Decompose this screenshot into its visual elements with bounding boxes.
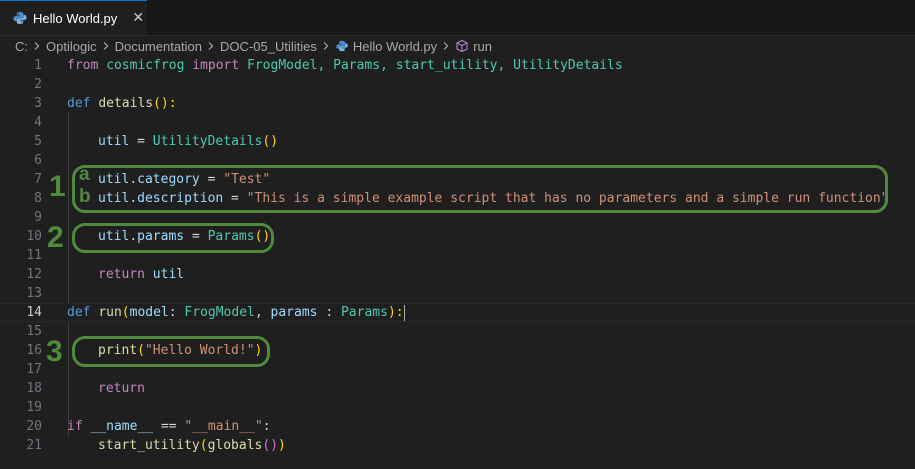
close-icon[interactable]: ✕ (130, 10, 146, 26)
annotation-letter-a: a (79, 164, 90, 185)
code-line-13: 13 (0, 284, 915, 303)
line-number: 7 (34, 172, 42, 187)
tab-bar: Hello World.py ✕ (0, 0, 915, 36)
chevron-right-icon (441, 41, 451, 51)
breadcrumb-item-documentation[interactable]: Documentation (115, 39, 202, 54)
code-line-2: 2 (0, 75, 915, 94)
python-file-icon (12, 10, 28, 26)
line-number: 20 (26, 419, 42, 434)
code-line-12: 12 return util (0, 265, 915, 284)
chevron-right-icon (321, 41, 331, 51)
breadcrumb-item-doc05-utilities[interactable]: DOC-05_Utilities (220, 39, 317, 54)
breadcrumb-item-run[interactable]: run (473, 39, 492, 54)
code-line-21: 21 start_utility(globals()) (0, 436, 915, 455)
code-line-20: 20 if __name__ == "__main__": (0, 417, 915, 436)
annotation-number-1: 1 (49, 170, 66, 203)
annotation-box-3 (72, 336, 270, 367)
line-number: 16 (26, 343, 42, 358)
line-number: 9 (34, 210, 42, 225)
line-number: 10 (26, 229, 42, 244)
breadcrumb-item-file[interactable]: Hello World.py (353, 39, 437, 54)
line-number: 5 (34, 134, 42, 149)
line-number: 1 (34, 58, 42, 73)
annotation-box-1 (72, 165, 888, 213)
line-number: 17 (26, 362, 42, 377)
line-number: 13 (26, 286, 42, 301)
code-line-18: 18 return (0, 379, 915, 398)
breadcrumb-item-drive[interactable]: C: (15, 39, 28, 54)
chevron-right-icon (101, 41, 111, 51)
annotation-number-2: 2 (47, 221, 64, 254)
python-file-icon (335, 39, 349, 53)
line-number: 2 (34, 77, 42, 92)
code-line-19: 19 (0, 398, 915, 417)
method-cube-icon (455, 39, 469, 53)
line-number: 4 (34, 115, 42, 130)
breadcrumb: C: Optilogic Documentation DOC-05_Utilit… (0, 35, 915, 57)
line-number: 11 (26, 248, 42, 263)
annotation-number-3: 3 (46, 335, 63, 368)
tab-label: Hello World.py (33, 10, 118, 26)
code-line-3: 3 def details(): (0, 94, 915, 113)
line-number: 18 (26, 381, 42, 396)
line-number: 15 (26, 324, 42, 339)
line-number: 12 (26, 267, 42, 282)
line-number: 8 (34, 191, 42, 206)
chevron-right-icon (32, 41, 42, 51)
chevron-right-icon (206, 41, 216, 51)
annotation-letter-b: b (79, 186, 91, 207)
code-line-1: 1 from cosmicfrog import FrogModel, Para… (0, 56, 915, 75)
tab-hello-world-py[interactable]: Hello World.py ✕ (0, 0, 147, 35)
line-number: 14 (26, 305, 42, 320)
annotation-box-2 (72, 223, 274, 253)
line-number: 19 (26, 400, 42, 415)
line-number: 3 (34, 96, 42, 111)
line-number: 21 (26, 438, 42, 453)
text-cursor (403, 304, 405, 321)
code-line-5: 5 util = UtilityDetails() (0, 132, 915, 151)
code-editor[interactable]: 1 from cosmicfrog import FrogModel, Para… (0, 56, 915, 469)
code-line-14-current: 14 def run(model: FrogModel, params : Pa… (0, 303, 915, 322)
breadcrumb-item-optilogic[interactable]: Optilogic (46, 39, 97, 54)
code-line-4: 4 (0, 113, 915, 132)
line-number: 6 (34, 153, 42, 168)
